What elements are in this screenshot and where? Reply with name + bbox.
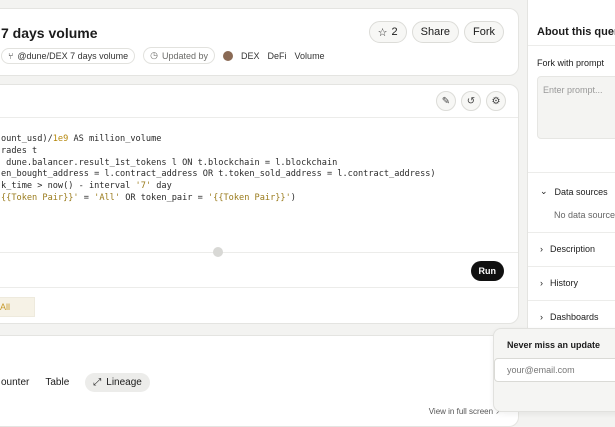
star-icon: ☆ — [377, 26, 388, 39]
code-line: rades t — [1, 145, 38, 156]
tab-counter[interactable]: ounter — [1, 377, 29, 388]
tag-defi[interactable]: DeFi — [268, 51, 287, 61]
editor-divider — [0, 117, 518, 118]
about-title: About this query — [537, 26, 615, 38]
share-button[interactable]: Share — [411, 21, 459, 43]
section-label: Dashboards — [550, 312, 599, 322]
code-editor[interactable]: ount_usd)/1e9 AS million_volume rades t d… — [1, 134, 436, 205]
header-actions: ☆ 2 Share Fork — [368, 21, 504, 43]
section-label: History — [550, 278, 579, 288]
visualization-tabs: ounter Table ⤢ Lineage — [1, 373, 150, 392]
code-line: {{Token Pair}}' = 'All' OR token_pair = … — [1, 192, 296, 203]
star-count: 2 — [391, 26, 398, 38]
code-line: k_time > now() - interval '7' day — [1, 181, 172, 192]
query-meta: ⑂ @dune/DEX 7 days volume ◷ Updated by D… — [1, 47, 325, 64]
view-full-screen-link[interactable]: View in full screen ↗ — [429, 407, 502, 416]
history-icon: ↺ — [466, 95, 476, 107]
section-label: Data sources — [554, 186, 608, 197]
sidebar-divider — [528, 266, 615, 267]
sidebar-divider — [528, 300, 615, 301]
page-title: 7 days volume — [1, 25, 98, 41]
star-button[interactable]: ☆ 2 — [368, 21, 407, 43]
code-line: en_bought_address = l.contract_address O… — [1, 169, 436, 180]
chevron-down-icon: ⌄ — [540, 186, 548, 196]
tag-volume[interactable]: Volume — [295, 51, 325, 61]
section-data-sources[interactable]: ⌄ Data sources — [540, 186, 608, 197]
author-chip-label: @dune/DEX 7 days volume — [17, 50, 129, 61]
section-label: Description — [550, 244, 596, 254]
params-divider — [0, 287, 518, 288]
no-data-sources-text: No data sources — [554, 210, 615, 220]
query-editor: ✎ ↺ ⚙ ount_usd)/1e9 AS million_volume rad… — [0, 84, 519, 324]
popup-title: Never miss an update — [507, 340, 601, 350]
lineage-icon: ⤢ — [93, 377, 102, 388]
email-input[interactable]: your@email.com — [494, 358, 615, 382]
updated-chip[interactable]: ◷ Updated by — [143, 47, 216, 64]
tab-lineage-label: Lineage — [106, 377, 142, 388]
code-line: ount_usd)/1e9 AS million_volume — [1, 134, 162, 144]
fork-prompt-input[interactable]: Enter prompt... — [537, 76, 615, 139]
format-button[interactable]: ✎ — [436, 91, 456, 111]
avatar[interactable] — [223, 50, 234, 61]
query-header: 7 days volume ☆ 2 Share Fork ⑂ @dune/DEX… — [0, 8, 519, 76]
fork-icon: ⑂ — [8, 50, 14, 61]
resize-divider — [0, 252, 518, 253]
history-button[interactable]: ↺ — [461, 91, 481, 111]
resize-handle[interactable] — [213, 247, 223, 257]
edit-icon: ✎ — [441, 95, 451, 107]
author-chip[interactable]: ⑂ @dune/DEX 7 days volume — [1, 47, 136, 64]
sidebar-divider — [528, 45, 615, 46]
token-pair-param[interactable]: All — [0, 297, 35, 317]
fork-prompt-label: Fork with prompt — [537, 58, 605, 68]
editor-toolbar: ✎ ↺ ⚙ — [436, 91, 506, 111]
section-dashboards[interactable]: › Dashboards — [540, 312, 599, 322]
section-history[interactable]: › History — [540, 278, 578, 288]
run-button[interactable]: Run — [470, 261, 504, 281]
main-area: 7 days volume ☆ 2 Share Fork ⑂ @dune/DEX… — [0, 0, 519, 427]
chevron-right-icon: › — [540, 278, 543, 288]
settings-button[interactable]: ⚙ — [486, 91, 506, 111]
newsletter-popup: Never miss an update your@email.com — [493, 328, 615, 412]
chevron-right-icon: › — [540, 312, 543, 322]
gear-icon: ⚙ — [491, 95, 501, 107]
tab-table[interactable]: Table — [45, 377, 69, 388]
sidebar-divider — [528, 232, 615, 233]
section-description[interactable]: › Description — [540, 244, 595, 254]
tag-dex[interactable]: DEX — [241, 51, 260, 61]
updated-label: Updated by — [161, 50, 209, 61]
tab-lineage[interactable]: ⤢ Lineage — [85, 373, 150, 392]
fork-button[interactable]: Fork — [464, 21, 504, 43]
clock-icon: ◷ — [150, 50, 158, 60]
sidebar-divider — [528, 172, 615, 173]
code-line: dune.balancer.result_1st_tokens l ON t.b… — [1, 157, 338, 168]
chevron-right-icon: › — [540, 244, 543, 254]
results-panel: ounter Table ⤢ Lineage View in full scre… — [0, 335, 519, 427]
